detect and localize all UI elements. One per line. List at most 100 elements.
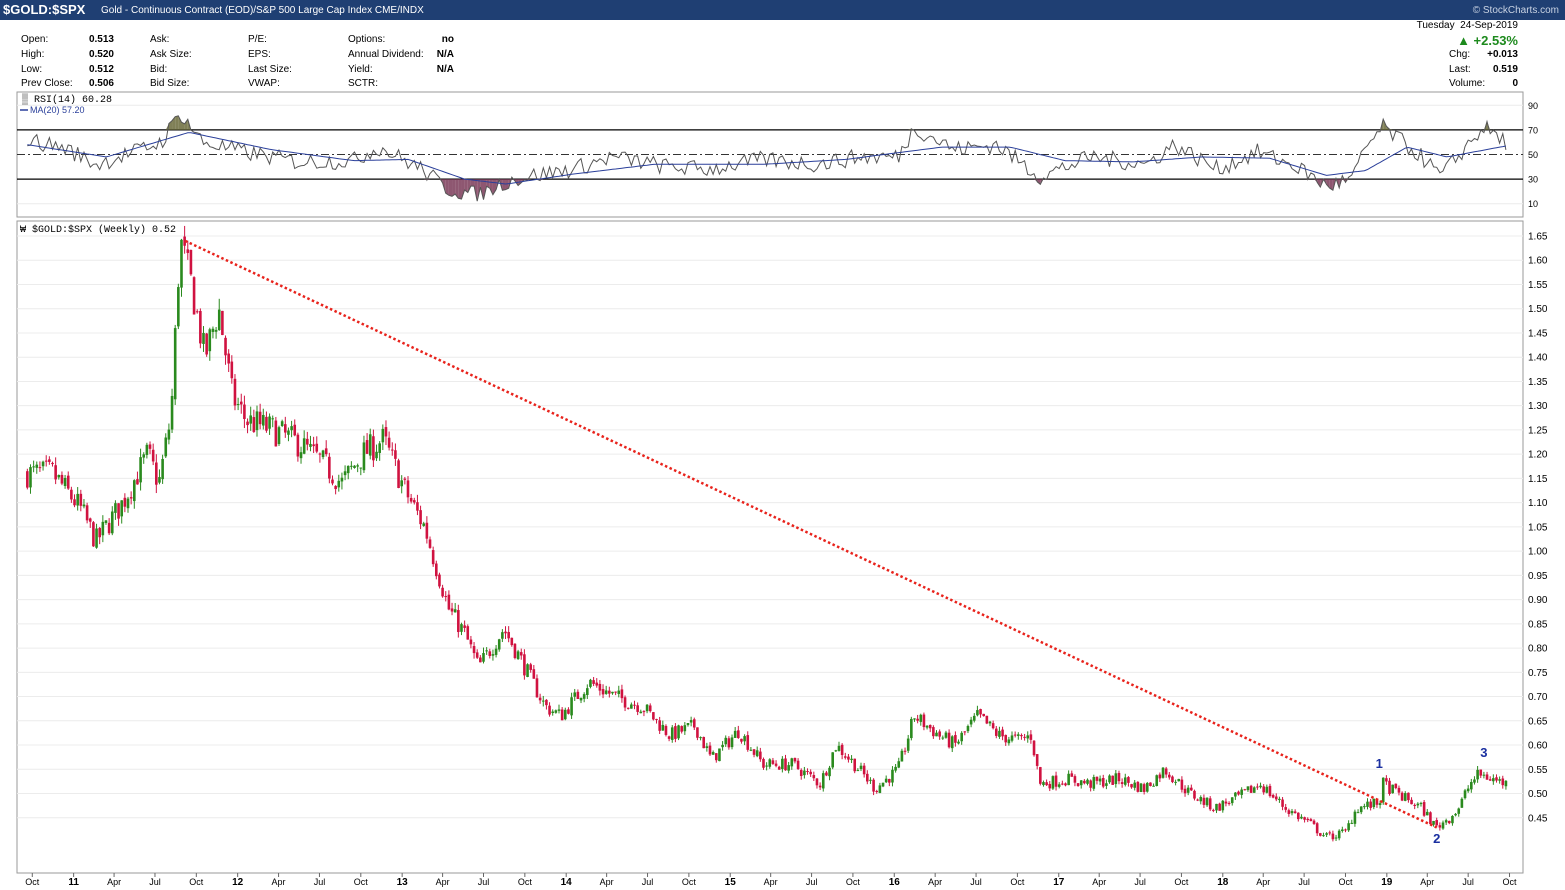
rsi-oversold-fill (502, 179, 506, 191)
candle-up (787, 765, 790, 771)
wave-label: 3 (1480, 745, 1487, 760)
price-legend-marker: ₩ (20, 225, 32, 236)
x-tick-label: Apr (436, 877, 450, 887)
candle-down (1306, 818, 1310, 821)
candle-down (979, 709, 982, 715)
candle-up (790, 758, 794, 767)
rsi-oversold-fill (458, 179, 462, 199)
x-tick-label: Apr (600, 877, 614, 887)
candle-down (1344, 829, 1347, 831)
candle-down (1274, 796, 1278, 800)
wave-label: 1 (1376, 756, 1383, 771)
candle-down (479, 657, 482, 663)
candle-up (661, 724, 665, 731)
candle-up (743, 736, 746, 742)
candle-down (1061, 783, 1064, 785)
candle-down (872, 779, 875, 792)
candle-down (1004, 734, 1008, 743)
candle-down (1413, 804, 1416, 806)
candle-up (1451, 815, 1454, 824)
candle-up (950, 736, 954, 749)
candle-up (378, 443, 381, 453)
candle-down (1485, 774, 1489, 780)
x-tick-label: Jul (1298, 877, 1310, 887)
candle-down (387, 437, 391, 448)
candle-up (919, 714, 923, 722)
candle-up (1419, 803, 1423, 805)
candle-up (1123, 777, 1127, 785)
candle-up (645, 704, 649, 712)
candle-down (762, 758, 765, 768)
candle-down (545, 699, 548, 706)
candle-up (718, 748, 721, 762)
candle-up (268, 416, 271, 429)
candle-down (1001, 729, 1004, 737)
candle-up (132, 480, 136, 502)
x-tick-label: 19 (1381, 877, 1393, 888)
candle-up (1265, 786, 1269, 793)
candle-up (95, 528, 98, 548)
candle-up (749, 749, 753, 751)
candle-up (494, 648, 498, 655)
candle-down (431, 550, 435, 565)
price-tick-label: 0.80 (1528, 644, 1548, 655)
candle-up (1454, 813, 1457, 816)
candle-down (186, 249, 190, 253)
candle-down (702, 737, 706, 749)
candle-up (1432, 820, 1435, 825)
candle-up (1366, 801, 1369, 807)
candle-down (1256, 786, 1259, 788)
candle-down (774, 763, 778, 766)
candle-up (1356, 812, 1360, 814)
candle-down (1447, 820, 1451, 824)
candle-down (746, 735, 750, 750)
candle-up (453, 609, 457, 613)
candle-down (192, 277, 196, 315)
candle-down (1142, 784, 1146, 792)
candle-down (265, 416, 268, 431)
candle-up (368, 434, 372, 456)
candle-up (202, 332, 205, 344)
candle-up (910, 718, 913, 739)
candle-down (674, 726, 677, 739)
candle-down (1158, 774, 1162, 779)
candle-up (998, 730, 1001, 737)
candle-down (727, 738, 731, 748)
x-tick-label: Apr (764, 877, 778, 887)
candle-up (1234, 792, 1237, 797)
candle-down (199, 310, 202, 344)
price-tick-label: 1.35 (1528, 377, 1548, 388)
candle-down (1271, 794, 1275, 798)
candle-up (145, 444, 149, 455)
candle-up (1325, 833, 1328, 835)
candle-down (1101, 777, 1105, 787)
candle-up (960, 732, 963, 742)
candle-up (1042, 782, 1045, 786)
candle-up (271, 418, 275, 420)
candle-up (1381, 777, 1385, 803)
candle-down (809, 771, 812, 775)
x-tick-label: 13 (397, 877, 409, 888)
x-tick-label: Oct (1338, 877, 1353, 887)
candle-down (1120, 782, 1124, 784)
candle-up (32, 466, 35, 468)
candle-up (828, 767, 831, 777)
candle-down (806, 771, 809, 773)
candle-up (894, 766, 897, 771)
candle-up (101, 521, 105, 536)
candle-down (438, 574, 441, 587)
candle-up (1378, 803, 1382, 806)
candle-up (211, 328, 215, 332)
candle-up (768, 759, 772, 767)
candle-down (1171, 776, 1174, 783)
candle-down (752, 749, 756, 755)
candle-down (608, 690, 611, 694)
rsi-panel: 9070503010 ▒ RSI(14) 60.28 MA(20) 57.20 (16, 91, 1538, 218)
candle-up (321, 450, 325, 458)
candle-up (309, 443, 312, 447)
x-tick-label: 18 (1217, 877, 1229, 888)
x-tick-label: Apr (928, 877, 942, 887)
candle-up (721, 744, 724, 748)
candle-up (1353, 811, 1357, 824)
candle-down (416, 502, 419, 511)
